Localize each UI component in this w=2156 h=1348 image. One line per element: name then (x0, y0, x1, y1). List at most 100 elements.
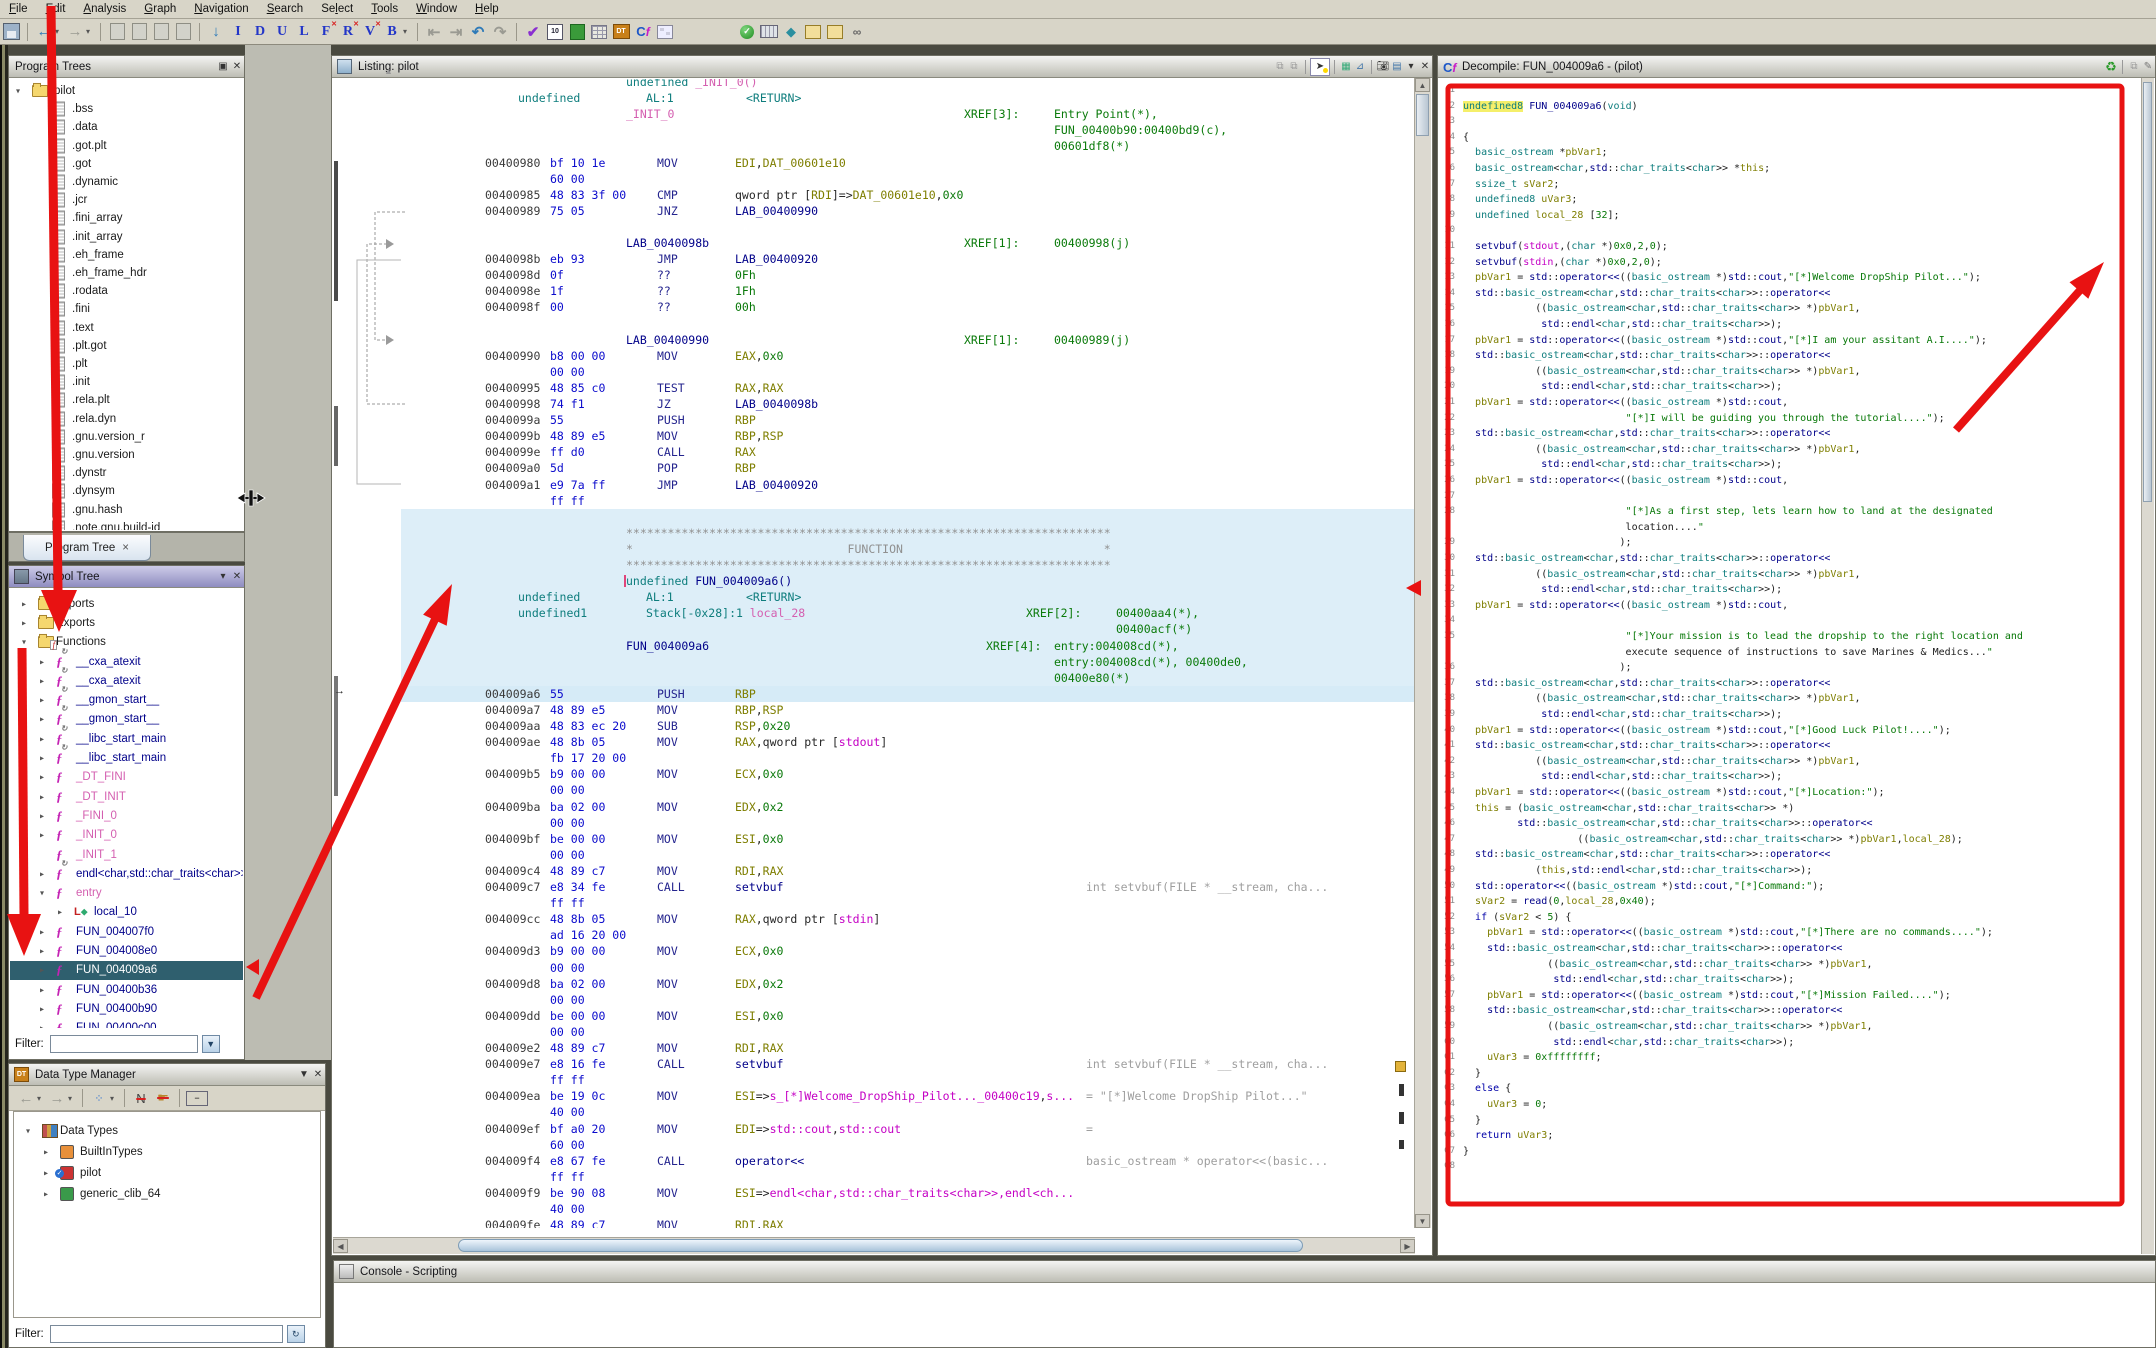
listing-row[interactable]: 004009d8ba 02 00MOVEDX,0x2 (333, 976, 1415, 992)
code-line[interactable]: 62 } (1439, 1066, 2142, 1082)
listing-row[interactable]: undefinedFUN_004009a6() (333, 573, 1415, 589)
binary-icon[interactable]: 10 (545, 22, 565, 42)
listing-close-icon[interactable]: ✕ (1418, 60, 1432, 74)
tree-item-generic-clib-64[interactable]: ▸generic_clib_64 (14, 1183, 320, 1204)
code-line[interactable]: 33 pbVar1 = std::operator<<((basic_ostre… (1439, 598, 2142, 614)
code-line[interactable]: 26 pbVar1 = std::operator<<((basic_ostre… (1439, 473, 2142, 489)
expander-icon[interactable]: ▸ (40, 715, 44, 724)
expander-icon[interactable]: ▸ (40, 869, 44, 878)
tree-item--plt[interactable]: .plt (10, 355, 243, 373)
listing-row[interactable]: undefined_INIT_0() (333, 79, 1415, 90)
listing-row[interactable]: ff ff (333, 1169, 1415, 1185)
code-line[interactable]: 67} (1439, 1144, 2142, 1160)
code-line[interactable]: 14 std::basic_ostream<char,std::char_tra… (1439, 286, 2142, 302)
code-line[interactable]: 58 std::basic_ostream<char,std::char_tra… (1439, 1003, 2142, 1019)
tree-item-fun-004007f0[interactable]: ▸ƒFUN_004007f0 (10, 922, 243, 941)
code-line[interactable]: 66 return uVar3; (1439, 1128, 2142, 1144)
tree-item-local-10[interactable]: ▸L◆local_10 (10, 903, 243, 922)
symbol-tree-menu-icon[interactable]: ▾ (216, 570, 230, 584)
dtm-menu-icon[interactable]: ▼ (297, 1068, 311, 1082)
listing-row[interactable]: 60 00 (333, 171, 1415, 187)
tree-item--rodata[interactable]: .rodata (10, 282, 243, 300)
listing-row[interactable]: 0040098d0f??0Fh (333, 267, 1415, 283)
listing-row[interactable]: ff ff (333, 493, 1415, 509)
code-line[interactable]: 65 } (1439, 1113, 2142, 1129)
listing-row[interactable]: _INIT_0XREF[3]:Entry Point(*), (333, 106, 1415, 122)
expander-icon[interactable]: ▸ (40, 657, 44, 666)
listing-row[interactable]: 00 00 (333, 847, 1415, 863)
listing-row[interactable]: 004009f4e8 67 feCALLoperator<<basic_ostr… (333, 1153, 1415, 1169)
page-out2-icon[interactable] (151, 22, 171, 42)
program-trees-header[interactable]: Program Trees ▣ ✕ (9, 56, 244, 78)
tree-item--libc-start-main[interactable]: ▸ƒ__libc_start_main (10, 729, 243, 748)
code-line[interactable]: 1 (1439, 83, 2142, 99)
expander-icon[interactable]: ▸ (40, 927, 44, 936)
dtm-filter-input[interactable] (50, 1325, 283, 1343)
listing-row[interactable]: 0040098e1f??1Fh (333, 283, 1415, 299)
listing-row[interactable]: 004009cc48 8b 05MOVRAX,qword ptr [stdin] (333, 911, 1415, 927)
listing-row[interactable] (333, 219, 1415, 235)
code-line[interactable]: 22 "[*]I will be guiding you through the… (1439, 411, 2142, 427)
listing-row[interactable]: 00 00 (333, 960, 1415, 976)
listing-row[interactable]: 004009e248 89 c7MOVRDI,RAX (333, 1040, 1415, 1056)
tree-item--text[interactable]: .text (10, 319, 243, 337)
tree-item--gnu-version-r[interactable]: .gnu.version_r (10, 428, 243, 446)
tree-item--note-gnu-build-id[interactable]: .note.gnu.build-id (10, 519, 243, 530)
listing-row[interactable]: 004009ae48 8b 05MOVRAX,qword ptr [stdout… (333, 734, 1415, 750)
listing-row[interactable]: 004009eabe 19 0cMOVESI=>s_[*]Welcome_Dro… (333, 1088, 1415, 1104)
code-line[interactable]: 46 std::basic_ostream<char,std::char_tra… (1439, 816, 2142, 832)
menu-navigation[interactable]: Navigation (185, 3, 257, 15)
redo-icon[interactable]: ↷ (490, 22, 510, 42)
L-F-x-icon[interactable]: F (316, 22, 336, 42)
paste-icon[interactable]: ⧉ (1287, 60, 1301, 74)
code-line[interactable]: 54 std::basic_ostream<char,std::char_tra… (1439, 941, 2142, 957)
tree-item--gnu-version[interactable]: .gnu.version (10, 446, 243, 464)
code-line[interactable]: 51 sVar2 = read(0,local_28,0x40); (1439, 894, 2142, 910)
code-line[interactable]: 13 pbVar1 = std::operator<<((basic_ostre… (1439, 270, 2142, 286)
dtm-close-icon[interactable]: ✕ (311, 1068, 325, 1082)
code-line[interactable]: 57 pbVar1 = std::operator<<((basic_ostre… (1439, 988, 2142, 1004)
code-line[interactable]: 28 "[*]As a first step, lets learn how t… (1439, 504, 2142, 520)
listing-row[interactable]: ****************************************… (333, 557, 1415, 573)
code-line[interactable]: 23 std::basic_ostream<char,std::char_tra… (1439, 426, 2142, 442)
tree-item--init-0[interactable]: ▸ƒ_INIT_0 (10, 826, 243, 845)
code-line[interactable]: 42 ((basic_ostream<char,std::char_traits… (1439, 754, 2142, 770)
symbol-tree-close-icon[interactable]: ✕ (230, 570, 244, 584)
dropdown-icon[interactable]: ▾ (86, 27, 95, 36)
gray-forward-icon[interactable]: ⇥ (446, 22, 466, 42)
copy-icon[interactable]: ⧉ (1273, 60, 1287, 74)
code-line[interactable]: 36 ); (1439, 660, 2142, 676)
code-line[interactable]: execute sequence of instructions to save… (1439, 645, 2142, 661)
code-line[interactable]: 25 std::endl<char,std::char_traits<char>… (1439, 457, 2142, 473)
listing-row[interactable]: 00 00 (333, 364, 1415, 380)
expander-icon[interactable]: ▸ (58, 908, 62, 917)
page-out-icon[interactable] (107, 22, 127, 42)
code-line[interactable]: 34 (1439, 613, 2142, 629)
listing-row[interactable]: ff ff (333, 1072, 1415, 1088)
tree-item-pilot[interactable]: ▸pilot (14, 1162, 320, 1183)
code-line[interactable]: 8 undefined8 uVar3; (1439, 192, 2142, 208)
listing-row[interactable]: 004009ddbe 00 00MOVESI,0x0 (333, 1008, 1415, 1024)
code-line[interactable]: 55 ((basic_ostream<char,std::char_traits… (1439, 957, 2142, 973)
code-line[interactable]: 56 std::endl<char,std::char_traits<char>… (1439, 972, 2142, 988)
code-line[interactable]: 24 ((basic_ostream<char,std::char_traits… (1439, 442, 2142, 458)
table-add-icon[interactable] (825, 22, 845, 42)
tab-program-tree[interactable]: Program Tree × (23, 535, 151, 561)
listing-row[interactable]: 004009bfbe 00 00MOVESI,0x0 (333, 831, 1415, 847)
code-line[interactable]: 18 std::basic_ostream<char,std::char_tra… (1439, 348, 2142, 364)
code-line[interactable]: 27 (1439, 489, 2142, 505)
code-line[interactable]: 48 std::basic_ostream<char,std::char_tra… (1439, 847, 2142, 863)
expander-icon[interactable]: ▸ (40, 1004, 44, 1013)
nav-forward-icon[interactable]: → (65, 22, 85, 42)
tree-item--libc-start-main[interactable]: ▸ƒ__libc_start_main (10, 748, 243, 767)
expander-icon[interactable]: ▸ (40, 947, 44, 956)
listing-row[interactable]: 00 00 (333, 992, 1415, 1008)
tree-item-fun-00400b90[interactable]: ▸ƒFUN_00400b90 (10, 999, 243, 1018)
code-line[interactable]: 49 (this,std::endl<char,std::char_traits… (1439, 863, 2142, 879)
ball-check-icon[interactable]: ✓ (737, 22, 757, 42)
tree-item--bss[interactable]: .bss (10, 100, 243, 118)
listing-row[interactable]: 60 00 (333, 1137, 1415, 1153)
tree-item--eh-frame[interactable]: .eh_frame (10, 246, 243, 264)
tree-item-endl-char-std-char-traits-char-[interactable]: ▸ƒendl<char,std::char_traits<char>> (10, 864, 243, 883)
script-icon[interactable] (567, 22, 587, 42)
